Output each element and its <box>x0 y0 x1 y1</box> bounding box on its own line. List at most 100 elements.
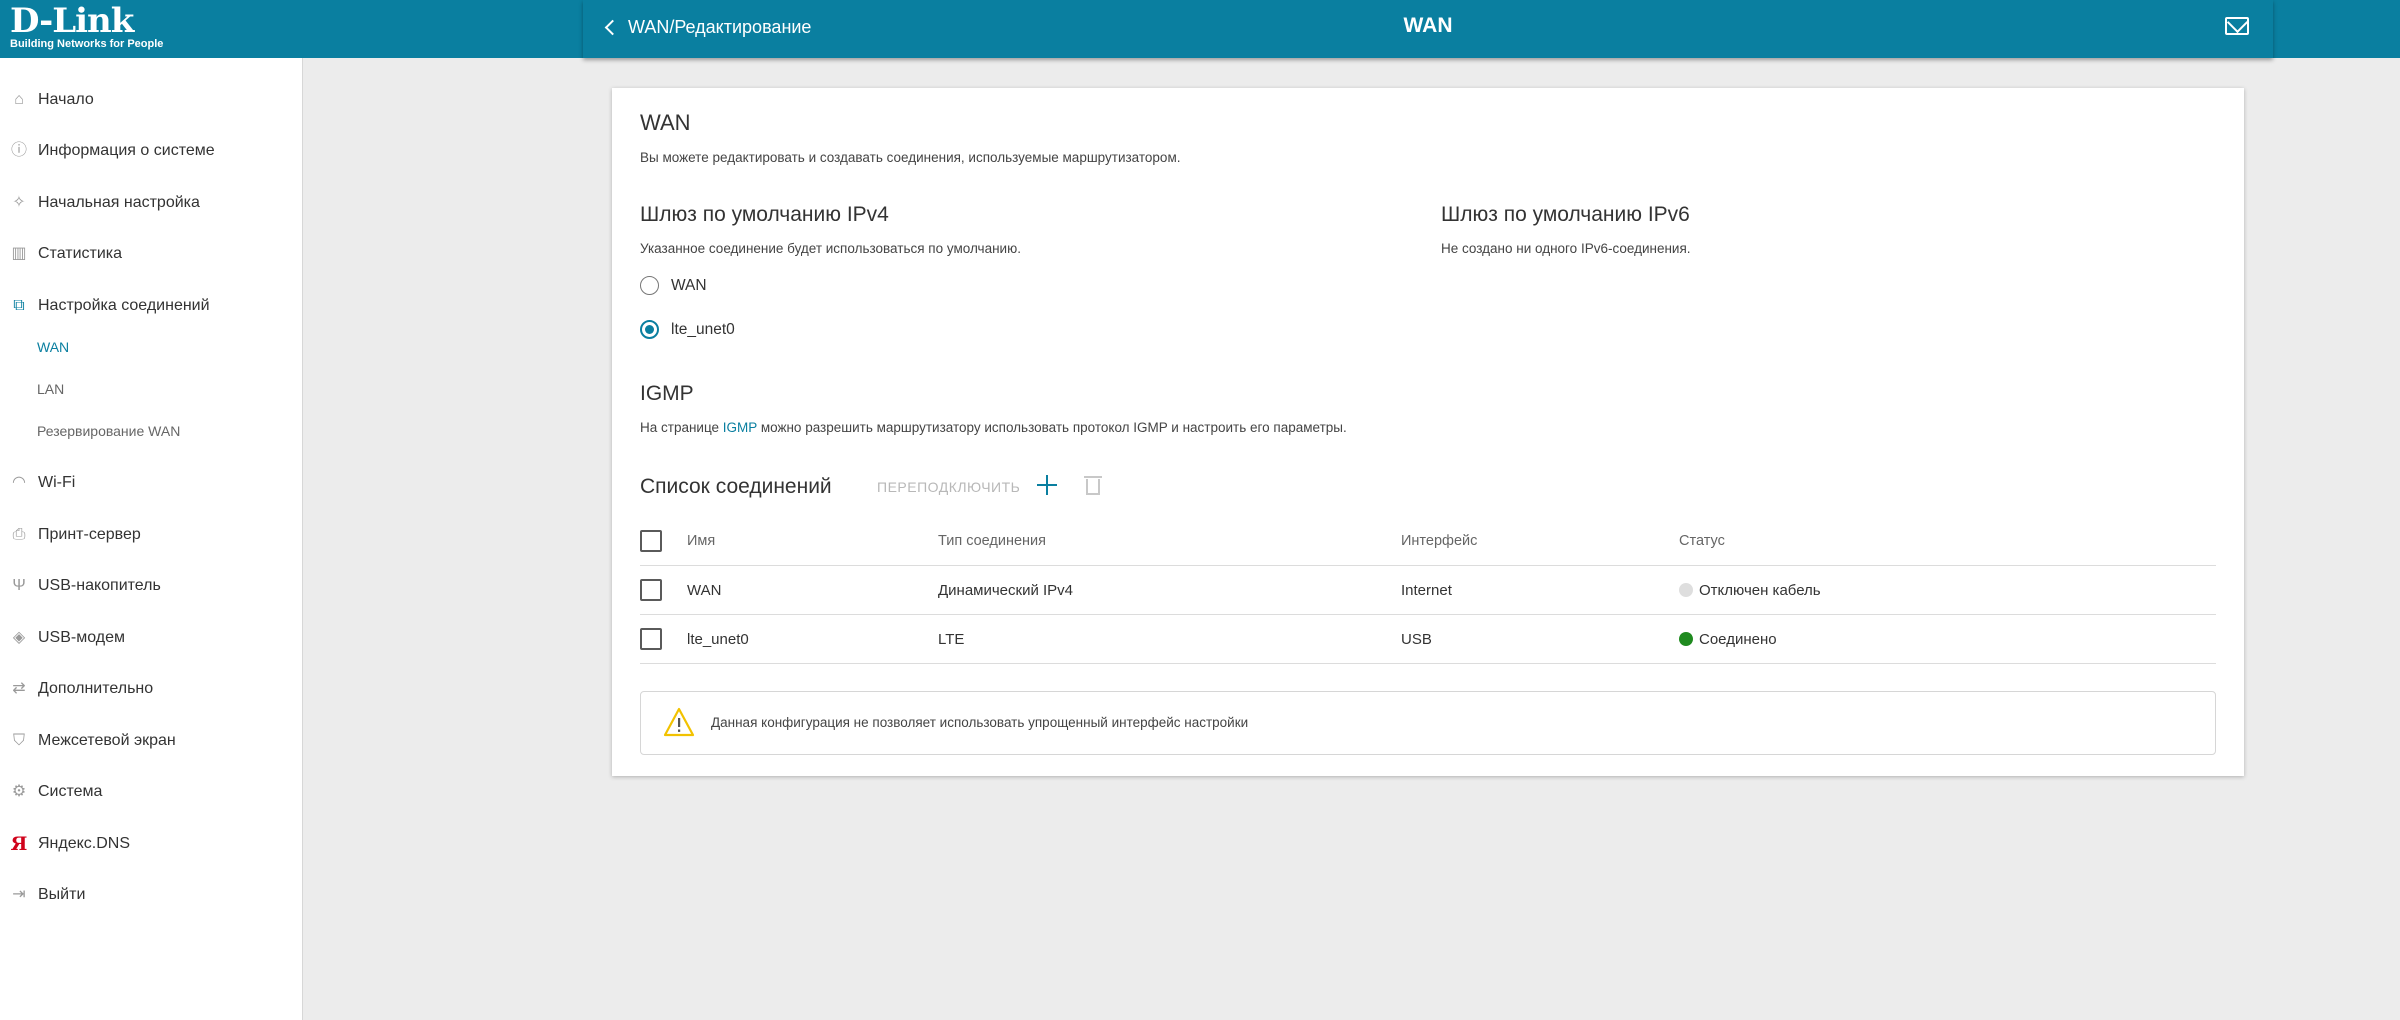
delete-icon[interactable] <box>1084 475 1102 495</box>
usb-icon: Ψ <box>12 577 26 594</box>
sidebar-item-label: USB-накопитель <box>38 577 161 594</box>
ipv6-gateway-description: Не создано ни одного IPv6-соединения. <box>1441 241 1691 256</box>
sidebar-item-usb-storage[interactable]: Ψ USB-накопитель <box>0 566 303 606</box>
sidebar-item-system-info[interactable]: ⓘ Информация о системе <box>0 131 303 171</box>
sidebar-item-label: Wi-Fi <box>38 474 76 491</box>
cell-interface: USB <box>1401 630 1432 648</box>
warning-alert: Данная конфигурация не позволяет использ… <box>640 691 2216 755</box>
row-checkbox[interactable] <box>640 628 662 650</box>
home-icon: ⌂ <box>14 91 24 108</box>
sidebar-item-label: Дополнительно <box>38 680 154 697</box>
cell-interface: Internet <box>1401 581 1452 599</box>
column-header-name: Имя <box>687 532 716 549</box>
sidebar-item-print-server[interactable]: ⎙ Принт-сервер <box>0 515 303 555</box>
sidebar-item-system[interactable]: ⚙ Система <box>0 772 303 812</box>
table-row[interactable]: WAN Динамический IPv4 Internet Отключен … <box>640 566 2216 615</box>
shield-icon: ⛉ <box>12 732 25 749</box>
add-connection-icon[interactable] <box>1036 474 1058 496</box>
sidebar-item-yandex-dns[interactable]: Я Яндекс.DNS <box>0 824 303 864</box>
sidebar-item-statistics[interactable]: ▥ Статистика <box>0 234 303 274</box>
igmp-text-after: можно разрешить маршрутизатору использов… <box>757 420 1347 435</box>
wan-card: WAN Вы можете редактировать и создавать … <box>612 88 2244 776</box>
printer-icon: ⎙ <box>12 526 26 543</box>
column-header-status: Статус <box>1679 532 1725 549</box>
card-description: Вы можете редактировать и создавать соед… <box>640 150 1181 165</box>
dlink-logo[interactable]: D-Link Building Networks for People <box>0 0 300 58</box>
header-panel: WAN/Редактирование WAN <box>583 0 2273 58</box>
sidebar-item-label: Статистика <box>38 245 123 262</box>
cell-type: Динамический IPv4 <box>938 581 1074 599</box>
ipv4-gateway-description: Указанное соединение будет использоватьс… <box>640 241 1021 256</box>
mail-icon[interactable] <box>2225 17 2249 35</box>
sidebar-item-firewall[interactable]: ⛉ Межсетевой экран <box>0 721 303 761</box>
igmp-description: На странице IGMP можно разрешить маршрут… <box>640 420 1347 435</box>
igmp-text-before: На странице <box>640 420 723 435</box>
top-bar: D-Link Building Networks for People WAN/… <box>0 0 2400 58</box>
ipv4-gateway-title: Шлюз по умолчанию IPv4 <box>640 203 889 226</box>
sidebar-item-label: USB-модем <box>38 629 126 646</box>
sidebar-item-usb-modem[interactable]: ◈ USB-модем <box>0 618 303 658</box>
logout-icon: ⇥ <box>12 886 26 903</box>
alert-text: Данная конфигурация не позволяет использ… <box>711 715 1249 730</box>
sidebar-subitem-lan[interactable]: LAN <box>37 377 64 401</box>
wifi-icon: ◠ <box>12 474 26 491</box>
cell-name: lte_unet0 <box>687 630 749 648</box>
reconnect-button[interactable]: ПЕРЕПОДКЛЮЧИТЬ <box>877 479 1020 495</box>
radio-label: WAN <box>671 276 707 294</box>
info-icon: ⓘ <box>10 142 27 159</box>
warning-icon <box>663 707 695 737</box>
sidebar-item-label: Информация о системе <box>38 142 215 159</box>
sidebar-subitem-wan[interactable]: WAN <box>37 335 69 359</box>
logo-tagline: Building Networks for People <box>10 38 164 50</box>
sidebar-item-advanced[interactable]: ⇄ Дополнительно <box>0 669 303 709</box>
page-title: WAN <box>1403 14 1453 37</box>
igmp-link[interactable]: IGMP <box>723 420 757 435</box>
gear-icon: ⚙ <box>11 783 27 800</box>
status-text: Соединено <box>1699 630 1777 648</box>
yandex-icon: Я <box>10 833 28 855</box>
sidebar-item-label: Система <box>38 783 103 800</box>
sidebar-item-connections[interactable]: ⧉ Настройка соединений <box>0 286 303 326</box>
ipv4-gateway-option-lte[interactable]: lte_unet0 <box>640 320 735 339</box>
igmp-title: IGMP <box>640 382 694 405</box>
table-row[interactable]: lte_unet0 LTE USB Соединено <box>640 615 2216 664</box>
trash-lid <box>1084 476 1102 478</box>
radio-button[interactable] <box>640 276 659 295</box>
connections-icon: ⧉ <box>13 297 25 314</box>
card-title: WAN <box>640 110 691 135</box>
sidebar: ⌂ Начало ⓘ Информация о системе ✧ Началь… <box>0 58 303 1020</box>
trash-can <box>1086 479 1100 495</box>
radio-label: lte_unet0 <box>671 320 735 338</box>
ipv4-gateway-option-wan[interactable]: WAN <box>640 276 707 295</box>
advanced-icon: ⇄ <box>12 680 26 697</box>
sidebar-item-label: Начало <box>38 91 94 108</box>
row-checkbox[interactable] <box>640 579 662 601</box>
sidebar-subitem-wan-backup[interactable]: Резервирование WAN <box>37 419 180 443</box>
status-dot <box>1679 631 1693 646</box>
stats-icon: ▥ <box>11 245 27 262</box>
ipv6-gateway-title: Шлюз по умолчанию IPv6 <box>1441 203 1690 226</box>
cell-name: WAN <box>687 581 722 599</box>
cell-status: Соединено <box>1679 631 1777 648</box>
cell-status: Отключен кабель <box>1679 582 1821 599</box>
table-header: Имя Тип соединения Интерфейс Статус <box>640 516 2216 566</box>
sidebar-item-initial-setup[interactable]: ✧ Начальная настройка <box>0 183 303 223</box>
sidebar-item-label: Настройка соединений <box>38 297 210 314</box>
status-dot <box>1679 582 1693 597</box>
cell-type: LTE <box>938 630 965 648</box>
sidebar-item-label: Межсетевой экран <box>38 732 176 749</box>
sidebar-item-home[interactable]: ⌂ Начало <box>0 80 303 120</box>
modem-icon: ◈ <box>12 629 26 646</box>
column-header-interface: Интерфейс <box>1401 532 1478 549</box>
sidebar-item-label: Начальная настройка <box>38 194 200 211</box>
column-header-type: Тип соединения <box>938 532 1047 549</box>
sidebar-item-wifi[interactable]: ◠ Wi-Fi <box>0 463 303 503</box>
logo-name: D-Link <box>10 1 134 41</box>
sidebar-item-logout[interactable]: ⇥ Выйти <box>0 875 303 915</box>
connections-title: Список соединений <box>640 475 832 498</box>
radio-button[interactable] <box>640 320 659 339</box>
wand-icon: ✧ <box>12 194 26 211</box>
sidebar-item-label: Принт-сервер <box>38 526 141 543</box>
sidebar-item-label: Яндекс.DNS <box>38 835 131 852</box>
select-all-checkbox[interactable] <box>640 529 662 552</box>
